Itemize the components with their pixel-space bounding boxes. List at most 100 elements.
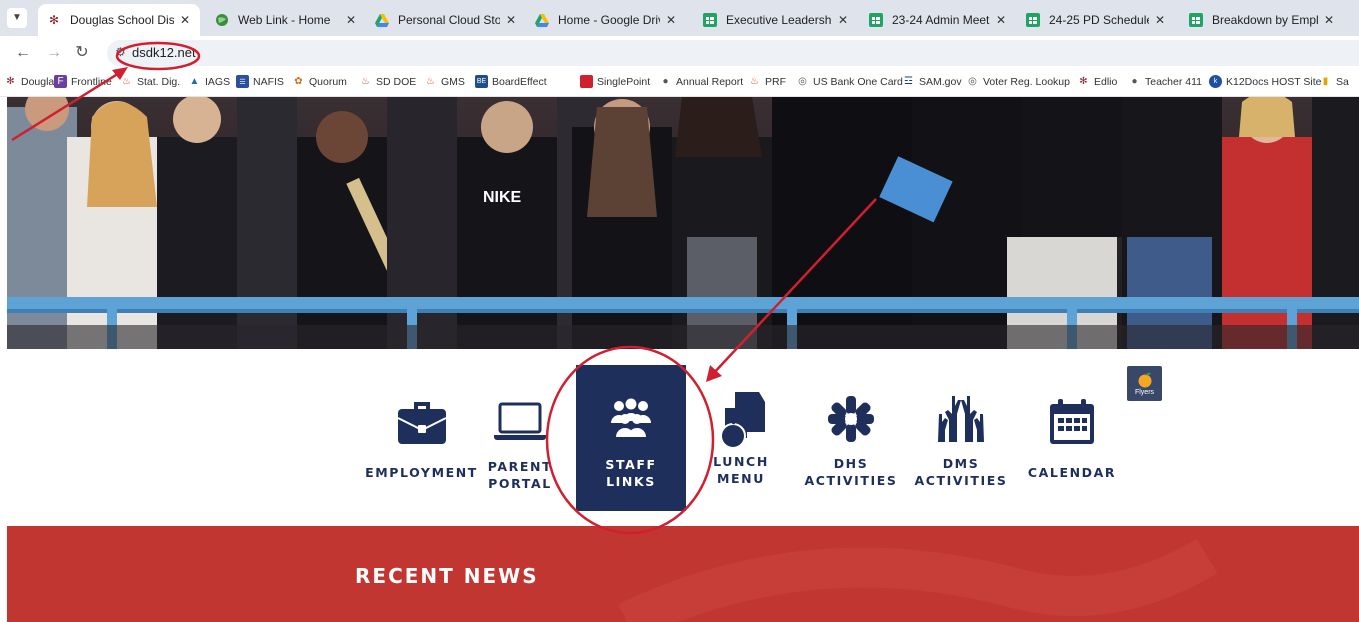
close-tab-icon[interactable]: ✕ (177, 12, 193, 28)
close-tab-icon[interactable]: ✕ (993, 12, 1009, 28)
bookmark-sd-doe[interactable]: ♨ SD DOE (359, 75, 416, 88)
peach-flyers-icon (1138, 372, 1151, 387)
bookmark-label: Stat. Dig. (137, 75, 181, 88)
tab-title: Executive Leadership Age (726, 13, 832, 27)
bookmark-us-bank[interactable]: ◎ US Bank One Card (796, 75, 903, 88)
label-line2: PORTAL (488, 476, 552, 491)
tab-douglas-school-district[interactable]: ✻ Douglas School District ✕ (38, 4, 200, 36)
tab-title: Personal Cloud Storage & (398, 13, 500, 27)
reload-icon[interactable]: ↻ (70, 41, 94, 65)
k12docs-icon: k (1209, 75, 1222, 88)
bookmark-label: IAGS (205, 75, 231, 88)
browser-toolbar: ← → ↻ ⚙ dsdk12.net (0, 36, 1359, 70)
back-arrow-icon[interactable]: ← (11, 41, 35, 65)
google-drive-icon (534, 12, 550, 28)
tab-title: Home - Google Drive (558, 13, 660, 27)
quick-link-label: DHS ACTIVITIES (804, 455, 897, 489)
quick-link-label: STAFF LINKS (605, 456, 656, 490)
close-tab-icon[interactable]: ✕ (343, 12, 359, 28)
close-tab-icon[interactable]: ✕ (1321, 12, 1337, 28)
flyers-label: Flyers (1134, 388, 1155, 396)
flame-icon: ♨ (750, 76, 759, 87)
quick-link-calendar[interactable]: CALENDAR (1027, 392, 1117, 481)
bookmark-teacher-411[interactable]: ● Teacher 411 (1128, 75, 1202, 88)
douglas-logo-icon: ✻ (48, 13, 60, 27)
tab-web-link-home[interactable]: Web Link - Home ✕ (206, 4, 366, 36)
quick-link-label: LUNCH MENU (713, 453, 769, 487)
flame-icon: ♨ (426, 76, 435, 87)
site-info-icon[interactable]: ⚙ (115, 45, 126, 59)
quick-link-staff-links[interactable]: STAFF LINKS (576, 365, 686, 511)
close-tab-icon[interactable]: ✕ (1152, 12, 1168, 28)
bookmark-frontline[interactable]: F Frontline (54, 75, 112, 88)
tab-home-google-drive[interactable]: Home - Google Drive ✕ (526, 4, 686, 36)
tab-title: Breakdown by Employee (1212, 13, 1318, 27)
quick-link-label: CALENDAR (1028, 464, 1116, 481)
bookmark-annual-report[interactable]: ● Annual Report (659, 75, 743, 88)
bookmark-singlepoint[interactable]: SinglePoint (580, 75, 650, 88)
bookmark-sa[interactable]: ▮ Sa (1319, 75, 1349, 88)
tab-title: Douglas School District (70, 13, 174, 27)
hands-circle-icon (821, 389, 881, 449)
bookmark-label: SinglePoint (597, 75, 651, 88)
people-group-icon (601, 387, 661, 447)
bookmark-nafis[interactable]: ☰ NAFIS (236, 75, 284, 88)
bookmark-iags[interactable]: ▲ IAGS (188, 75, 231, 88)
quick-link-parent-portal[interactable]: PARENT PORTAL (487, 392, 553, 492)
label-line1: PARENT (487, 459, 553, 474)
bookmark-stat-dig[interactable]: ♨ Stat. Dig. (120, 75, 180, 88)
tab-pd-schedule[interactable]: 24-25 PD Schedule - Goo ✕ (1017, 4, 1175, 36)
bar-chart-icon: ▮ (1322, 76, 1329, 87)
close-tab-icon[interactable]: ✕ (663, 12, 679, 28)
singlepoint-icon (580, 75, 593, 88)
flyers-button[interactable]: Flyers (1127, 366, 1162, 401)
bookmark-label: NAFIS (253, 75, 284, 88)
tab-admin-meeting[interactable]: 23-24 Admin Meeting Ag ✕ (860, 4, 1016, 36)
bookmark-gms[interactable]: ♨ GMS (424, 75, 465, 88)
frontline-icon: F (54, 75, 67, 88)
bookmark-prf[interactable]: ♨ PRF (748, 75, 786, 88)
label-line1: LUNCH (713, 454, 769, 469)
shirt-logo-text: NIKE (483, 189, 522, 206)
laptop-icon (490, 392, 550, 452)
bookmark-douglas[interactable]: ✻ Douglas (4, 75, 59, 88)
forward-arrow-icon[interactable]: → (42, 41, 66, 65)
tab-breakdown-by-employee[interactable]: Breakdown by Employee ✕ (1180, 4, 1344, 36)
tab-search-button[interactable]: ▼ (7, 8, 27, 28)
bookmark-quorum[interactable]: ✿ Quorum (292, 75, 347, 88)
bookmark-label: SD DOE (376, 75, 417, 88)
quick-link-lunch-menu[interactable]: LUNCH MENU (711, 387, 771, 487)
tab-strip: ▼ ✻ Douglas School District ✕ Web Link -… (0, 0, 1359, 36)
boardeffect-icon: BE (475, 75, 488, 88)
nafis-icon: ☰ (236, 75, 249, 88)
iags-icon: ▲ (189, 76, 200, 87)
bookmark-sam-gov[interactable]: ☲ SAM.gov (902, 75, 962, 88)
tab-executive-leadership[interactable]: Executive Leadership Age ✕ (694, 4, 858, 36)
bookmark-label: Sa (1336, 75, 1349, 88)
bookmark-edlio[interactable]: ✻ Edlio (1077, 75, 1117, 88)
label-line2: ACTIVITIES (914, 473, 1008, 488)
quick-link-dms-activities[interactable]: DMS ACTIVITIES (914, 389, 1007, 489)
quick-link-label: DMS ACTIVITIES (914, 455, 1007, 489)
label-line2: LINKS (606, 474, 656, 489)
briefcase-icon (392, 392, 452, 452)
address-bar[interactable]: ⚙ dsdk12.net (107, 40, 1359, 66)
bookmark-label: Teacher 411 (1145, 75, 1203, 88)
bookmark-label: Annual Report (676, 75, 744, 88)
globe-icon: ● (662, 76, 669, 87)
douglas-logo-icon: ✻ (1079, 76, 1088, 87)
globe-icon: ● (1131, 76, 1138, 87)
close-tab-icon[interactable]: ✕ (503, 12, 519, 28)
bookmark-k12docs[interactable]: k K12Docs HOST Site (1209, 75, 1322, 88)
bookmark-label: Voter Reg. Lookup (983, 75, 1070, 88)
close-tab-icon[interactable]: ✕ (835, 12, 851, 28)
douglas-logo-icon: ✻ (6, 76, 15, 87)
bookmark-label: SAM.gov (919, 75, 962, 88)
quick-link-dhs-activities[interactable]: DHS ACTIVITIES (804, 389, 897, 489)
bookmark-voter-reg[interactable]: ◎ Voter Reg. Lookup (966, 75, 1070, 88)
tab-personal-cloud-storage[interactable]: Personal Cloud Storage & ✕ (366, 4, 526, 36)
bookmark-boardeffect[interactable]: BE BoardEffect (475, 75, 547, 88)
bookmark-label: Edlio (1094, 75, 1118, 88)
label-line1: DMS (942, 456, 980, 471)
quick-link-employment[interactable]: EMPLOYMENT (365, 392, 476, 481)
